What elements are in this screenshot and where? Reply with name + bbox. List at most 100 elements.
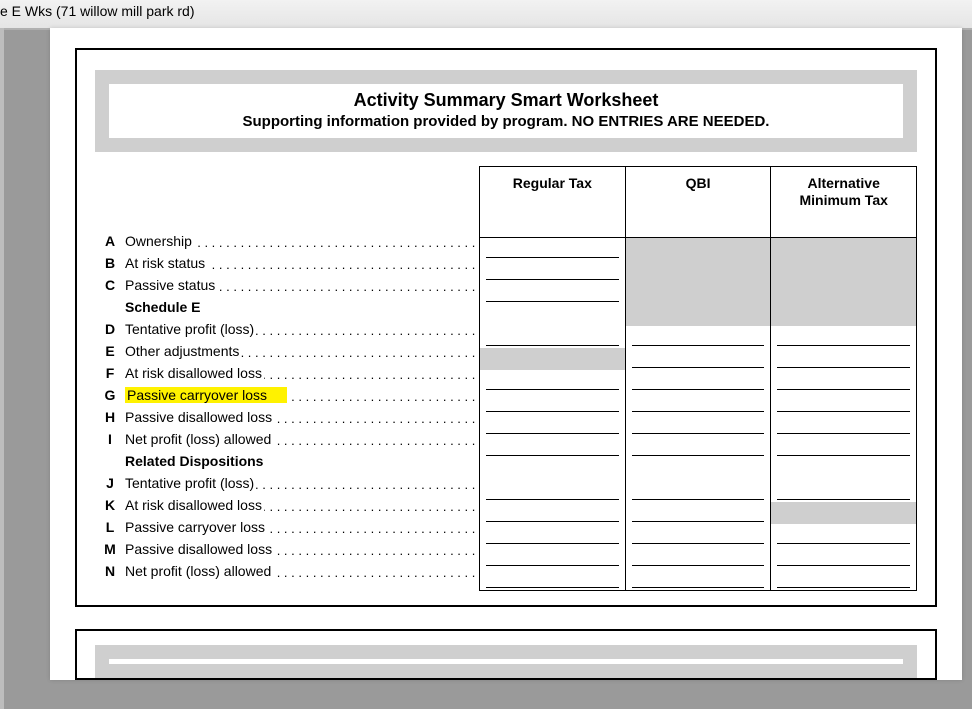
- cell[interactable]: [771, 348, 916, 370]
- row-label: Passive carryover loss: [125, 387, 479, 403]
- cell[interactable]: [626, 480, 771, 502]
- cell: [626, 238, 771, 260]
- cell[interactable]: [480, 480, 625, 502]
- cell[interactable]: [480, 568, 625, 590]
- cell[interactable]: [626, 436, 771, 458]
- row-label: Schedule E: [125, 299, 479, 315]
- row-H: HPassive disallowed loss: [95, 406, 479, 428]
- row-section: Schedule E: [95, 296, 479, 318]
- cell[interactable]: [771, 568, 916, 590]
- cell[interactable]: [771, 546, 916, 568]
- cell[interactable]: [480, 502, 625, 524]
- row-letter: G: [95, 387, 125, 403]
- column-header: Regular Tax: [480, 167, 625, 238]
- window-title: e E Wks (71 willow mill park rd): [0, 3, 194, 19]
- cell[interactable]: [771, 480, 916, 502]
- header-band: Carryforward to 2022 Smart Worksheet: [95, 645, 917, 678]
- cell[interactable]: [480, 436, 625, 458]
- cell: [480, 304, 625, 326]
- cell[interactable]: [771, 524, 916, 546]
- carryforward-title: Carryforward to 2022 Smart Worksheet: [109, 659, 903, 664]
- cell[interactable]: [626, 414, 771, 436]
- row-C: CPassive status: [95, 274, 479, 296]
- cell[interactable]: [626, 502, 771, 524]
- cell[interactable]: [626, 326, 771, 348]
- row-M: MPassive disallowed loss: [95, 538, 479, 560]
- cell[interactable]: [480, 546, 625, 568]
- carryforward-box: Carryforward to 2022 Smart Worksheet: [75, 629, 937, 680]
- column-1: QBI: [626, 167, 772, 590]
- row-label: Tentative profit (loss): [125, 321, 479, 337]
- row-F: FAt risk disallowed loss: [95, 362, 479, 384]
- cell[interactable]: [480, 370, 625, 392]
- row-J: JTentative profit (loss): [95, 472, 479, 494]
- cell[interactable]: [480, 238, 625, 260]
- row-labels-column: AOwnershipBAt risk statusCPassive status…: [95, 166, 479, 591]
- cell[interactable]: [771, 370, 916, 392]
- row-label: Passive carryover loss: [125, 519, 479, 535]
- cell[interactable]: [626, 568, 771, 590]
- row-label: At risk disallowed loss: [125, 365, 479, 381]
- cell[interactable]: [480, 414, 625, 436]
- row-letter: B: [95, 255, 125, 271]
- row-letter: C: [95, 277, 125, 293]
- row-label: Net profit (loss) allowed: [125, 431, 479, 447]
- worksheet-title: Activity Summary Smart Worksheet: [119, 90, 893, 111]
- cell[interactable]: [771, 436, 916, 458]
- cell[interactable]: [626, 524, 771, 546]
- row-A: AOwnership: [95, 230, 479, 252]
- window-titlebar: e E Wks (71 willow mill park rd): [0, 0, 972, 30]
- row-E: EOther adjustments: [95, 340, 479, 362]
- cell: [626, 260, 771, 282]
- worksheet-subtitle: Supporting information provided by progr…: [119, 113, 893, 130]
- cell[interactable]: [480, 392, 625, 414]
- left-scroll-edge: [0, 28, 4, 709]
- cell[interactable]: [480, 524, 625, 546]
- header-band: Activity Summary Smart Worksheet Support…: [95, 70, 917, 152]
- row-label: Net profit (loss) allowed: [125, 563, 479, 579]
- row-I: INet profit (loss) allowed: [95, 428, 479, 450]
- column-2: AlternativeMinimum Tax: [771, 167, 917, 590]
- cell[interactable]: [771, 392, 916, 414]
- cell[interactable]: [626, 348, 771, 370]
- row-letter: K: [95, 497, 125, 513]
- row-section: Related Dispositions: [95, 450, 479, 472]
- row-label: At risk status: [125, 255, 479, 271]
- cell[interactable]: [771, 414, 916, 436]
- row-label: At risk disallowed loss: [125, 497, 479, 513]
- cell: [771, 282, 916, 304]
- row-D: DTentative profit (loss): [95, 318, 479, 340]
- cell[interactable]: [480, 326, 625, 348]
- row-L: LPassive carryover loss: [95, 516, 479, 538]
- cell[interactable]: [771, 326, 916, 348]
- row-letter: L: [95, 519, 125, 535]
- cell: [480, 348, 625, 370]
- row-letter: N: [95, 563, 125, 579]
- row-label: Related Dispositions: [125, 453, 479, 469]
- worksheet-grid: AOwnershipBAt risk statusCPassive status…: [95, 166, 917, 591]
- row-G: GPassive carryover loss: [95, 384, 479, 406]
- cell[interactable]: [480, 260, 625, 282]
- cell: [626, 282, 771, 304]
- row-letter: D: [95, 321, 125, 337]
- row-letter: F: [95, 365, 125, 381]
- document-page: Activity Summary Smart Worksheet Support…: [50, 28, 962, 680]
- cell[interactable]: [626, 370, 771, 392]
- cell: [771, 502, 916, 524]
- cell: [771, 458, 916, 480]
- column-header: AlternativeMinimum Tax: [771, 167, 916, 238]
- activity-summary-box: Activity Summary Smart Worksheet Support…: [75, 48, 937, 607]
- row-label: Passive status: [125, 277, 479, 293]
- cell: [771, 304, 916, 326]
- cell[interactable]: [626, 546, 771, 568]
- row-letter: J: [95, 475, 125, 491]
- row-letter: M: [95, 541, 125, 557]
- column-header: QBI: [626, 167, 771, 238]
- cell[interactable]: [480, 282, 625, 304]
- row-K: KAt risk disallowed loss: [95, 494, 479, 516]
- cell: [771, 238, 916, 260]
- cell[interactable]: [626, 392, 771, 414]
- row-label: Ownership: [125, 233, 479, 249]
- row-label: Passive disallowed loss: [125, 541, 479, 557]
- row-label: Passive disallowed loss: [125, 409, 479, 425]
